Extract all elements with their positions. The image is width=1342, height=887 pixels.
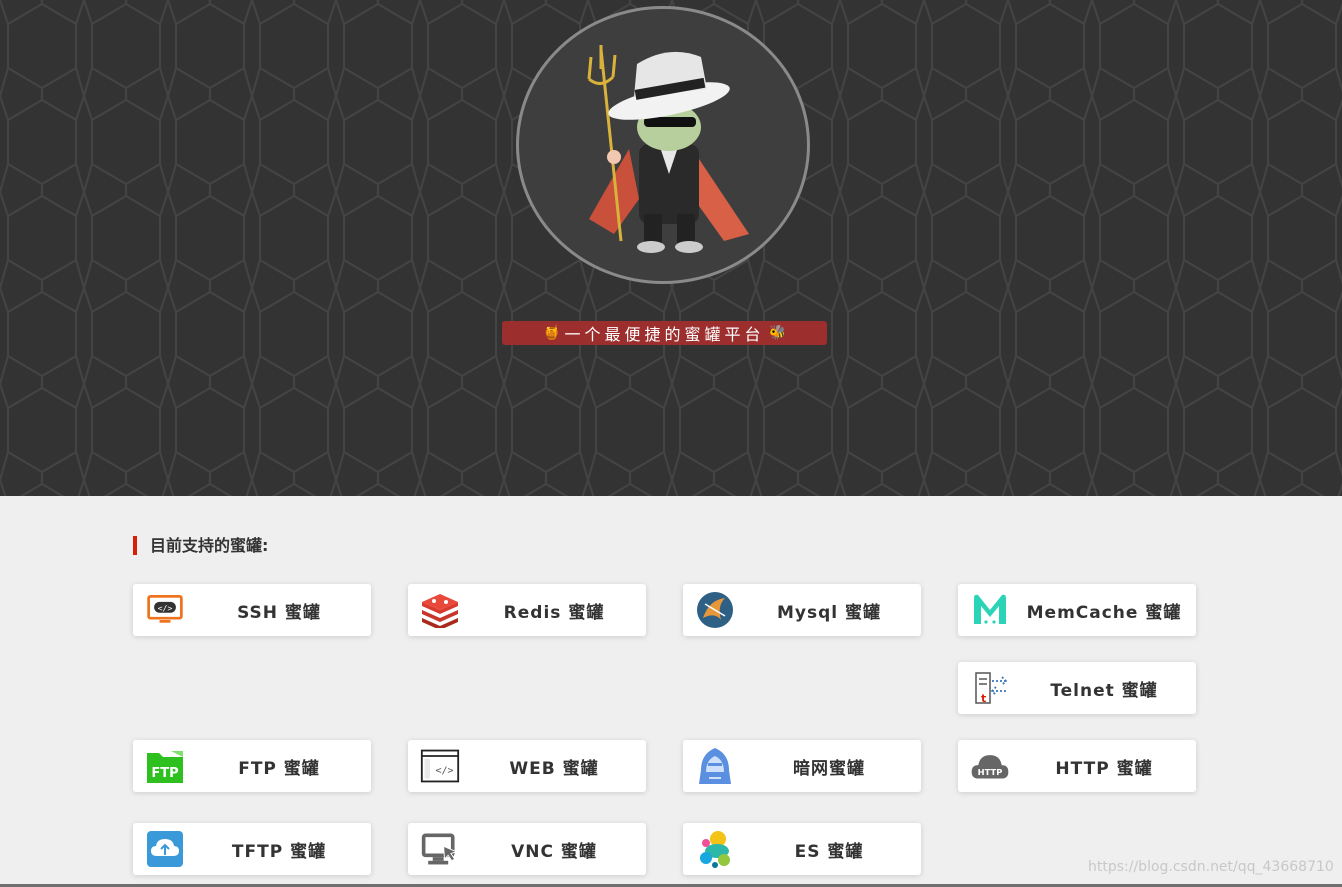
- memcache-icon: [970, 592, 1010, 628]
- honeypot-card-web[interactable]: </> WEB 蜜罐: [408, 740, 646, 792]
- mascot-avatar: [516, 6, 810, 284]
- honeypot-card-ftp[interactable]: FTP FTP 蜜罐: [133, 740, 371, 792]
- redis-icon: [420, 592, 460, 628]
- svg-text:</>: </>: [436, 765, 454, 776]
- card-label: FTP 蜜罐: [238, 758, 320, 779]
- tftp-upload-icon: [145, 831, 185, 867]
- honeypot-card-darkweb[interactable]: 暗网蜜罐: [683, 740, 921, 792]
- http-cloud-icon: HTTP: [970, 748, 1010, 784]
- card-label: TFTP 蜜罐: [231, 841, 327, 862]
- card-label: WEB 蜜罐: [509, 758, 599, 779]
- tagline-badge: 🍯 一个最便捷的蜜罐平台 🐝: [502, 321, 827, 345]
- terminal-monitor-icon: </>: [145, 592, 185, 628]
- svg-text:HTTP: HTTP: [978, 767, 1003, 777]
- honeypot-card-memcache[interactable]: MemCache 蜜罐: [958, 584, 1196, 636]
- hero-banner: 🍯 一个最便捷的蜜罐平台 🐝: [0, 0, 1342, 496]
- honeypot-card-es[interactable]: ES 蜜罐: [683, 823, 921, 875]
- card-label: HTTP 蜜罐: [1055, 758, 1153, 779]
- card-label: Mysql 蜜罐: [776, 602, 882, 623]
- mysql-icon: [695, 592, 735, 628]
- honeypot-card-telnet[interactable]: t Telnet 蜜罐: [958, 662, 1196, 714]
- card-label: SSH 蜜罐: [237, 602, 321, 623]
- bee-icon: 🐝: [768, 325, 786, 341]
- honeypot-card-ssh[interactable]: </> SSH 蜜罐: [133, 584, 371, 636]
- card-label: Telnet 蜜罐: [1050, 680, 1158, 701]
- vnc-remote-icon: [420, 831, 460, 867]
- honeypot-card-http[interactable]: HTTP HTTP 蜜罐: [958, 740, 1196, 792]
- card-label: ES 蜜罐: [794, 841, 864, 862]
- honey-pot-icon: 🍯: [543, 325, 561, 341]
- elasticsearch-icon: [695, 831, 735, 868]
- card-label: MemCache 蜜罐: [1026, 602, 1182, 623]
- honeypot-card-vnc[interactable]: VNC 蜜罐: [408, 823, 646, 875]
- ftp-folder-icon: FTP: [145, 748, 185, 784]
- svg-text:FTP: FTP: [151, 766, 178, 781]
- section-title: 目前支持的蜜罐:: [133, 536, 268, 555]
- svg-text:t: t: [981, 692, 986, 705]
- card-label: 暗网蜜罐: [793, 758, 865, 779]
- svg-text:</>: </>: [158, 603, 173, 613]
- tagline-text: 一个最便捷的蜜罐平台: [564, 325, 765, 344]
- honeypot-card-redis[interactable]: Redis 蜜罐: [408, 584, 646, 636]
- honeypot-card-mysql[interactable]: Mysql 蜜罐: [683, 584, 921, 636]
- card-label: VNC 蜜罐: [511, 841, 597, 862]
- watermark-text: https://blog.csdn.net/qq_43668710: [1088, 859, 1334, 875]
- web-code-icon: </>: [420, 748, 460, 784]
- card-label: Redis 蜜罐: [503, 602, 605, 623]
- hooded-hacker-icon: [695, 748, 735, 784]
- honeypot-card-tftp[interactable]: TFTP 蜜罐: [133, 823, 371, 875]
- telnet-icon: t: [970, 670, 1010, 706]
